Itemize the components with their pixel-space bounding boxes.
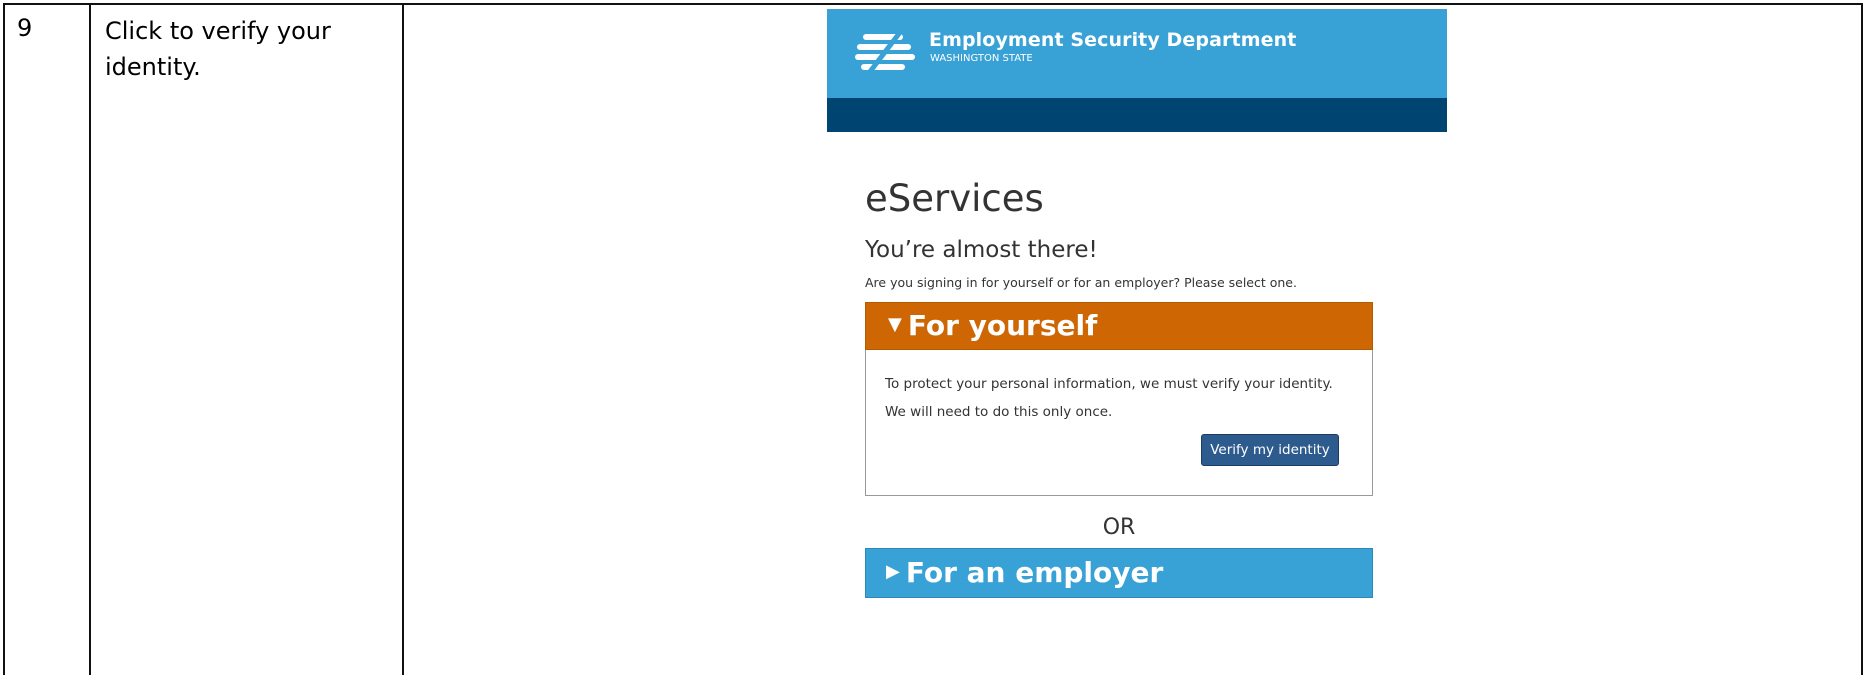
for-employer-label: For an employer bbox=[905, 556, 1164, 589]
verify-identity-button[interactable]: Verify my identity bbox=[1201, 434, 1339, 466]
step-instruction: Click to verify your identity. bbox=[105, 17, 331, 81]
for-employer-title: ▶ For an employer bbox=[886, 556, 1163, 589]
brand-subtitle: WASHINGTON STATE bbox=[930, 53, 1033, 64]
or-separator: OR bbox=[1102, 515, 1136, 540]
esd-logo-icon bbox=[855, 29, 915, 75]
for-yourself-panel-header[interactable]: ▼ For yourself bbox=[865, 302, 1373, 350]
brand-name: Employment Security Department bbox=[929, 29, 1297, 51]
column-divider bbox=[89, 5, 91, 675]
for-yourself-label: For yourself bbox=[907, 309, 1098, 342]
verify-explanation: To protect your personal information, we… bbox=[885, 376, 1333, 392]
verify-once-note: We will need to do this only once. bbox=[885, 404, 1113, 420]
header-nav-bar bbox=[827, 98, 1447, 132]
for-employer-panel-header[interactable]: ▶ For an employer bbox=[865, 548, 1373, 598]
eservices-screenshot: Employment Security Department WASHINGTO… bbox=[827, 9, 1447, 649]
for-yourself-title: ▼ For yourself bbox=[888, 309, 1097, 342]
caret-down-icon: ▼ bbox=[888, 314, 902, 335]
caret-right-icon: ▶ bbox=[886, 561, 900, 582]
column-divider bbox=[402, 5, 404, 675]
instruction-table: 9 Click to verify your identity. Employm… bbox=[3, 3, 1863, 675]
page-title: eServices bbox=[865, 177, 1044, 220]
step-number: 9 bbox=[17, 14, 33, 42]
for-yourself-panel-body: To protect your personal information, we… bbox=[865, 350, 1373, 496]
page-subtitle: You’re almost there! bbox=[865, 237, 1098, 263]
selection-prompt: Are you signing in for yourself or for a… bbox=[865, 275, 1297, 290]
site-header: Employment Security Department WASHINGTO… bbox=[827, 9, 1447, 98]
